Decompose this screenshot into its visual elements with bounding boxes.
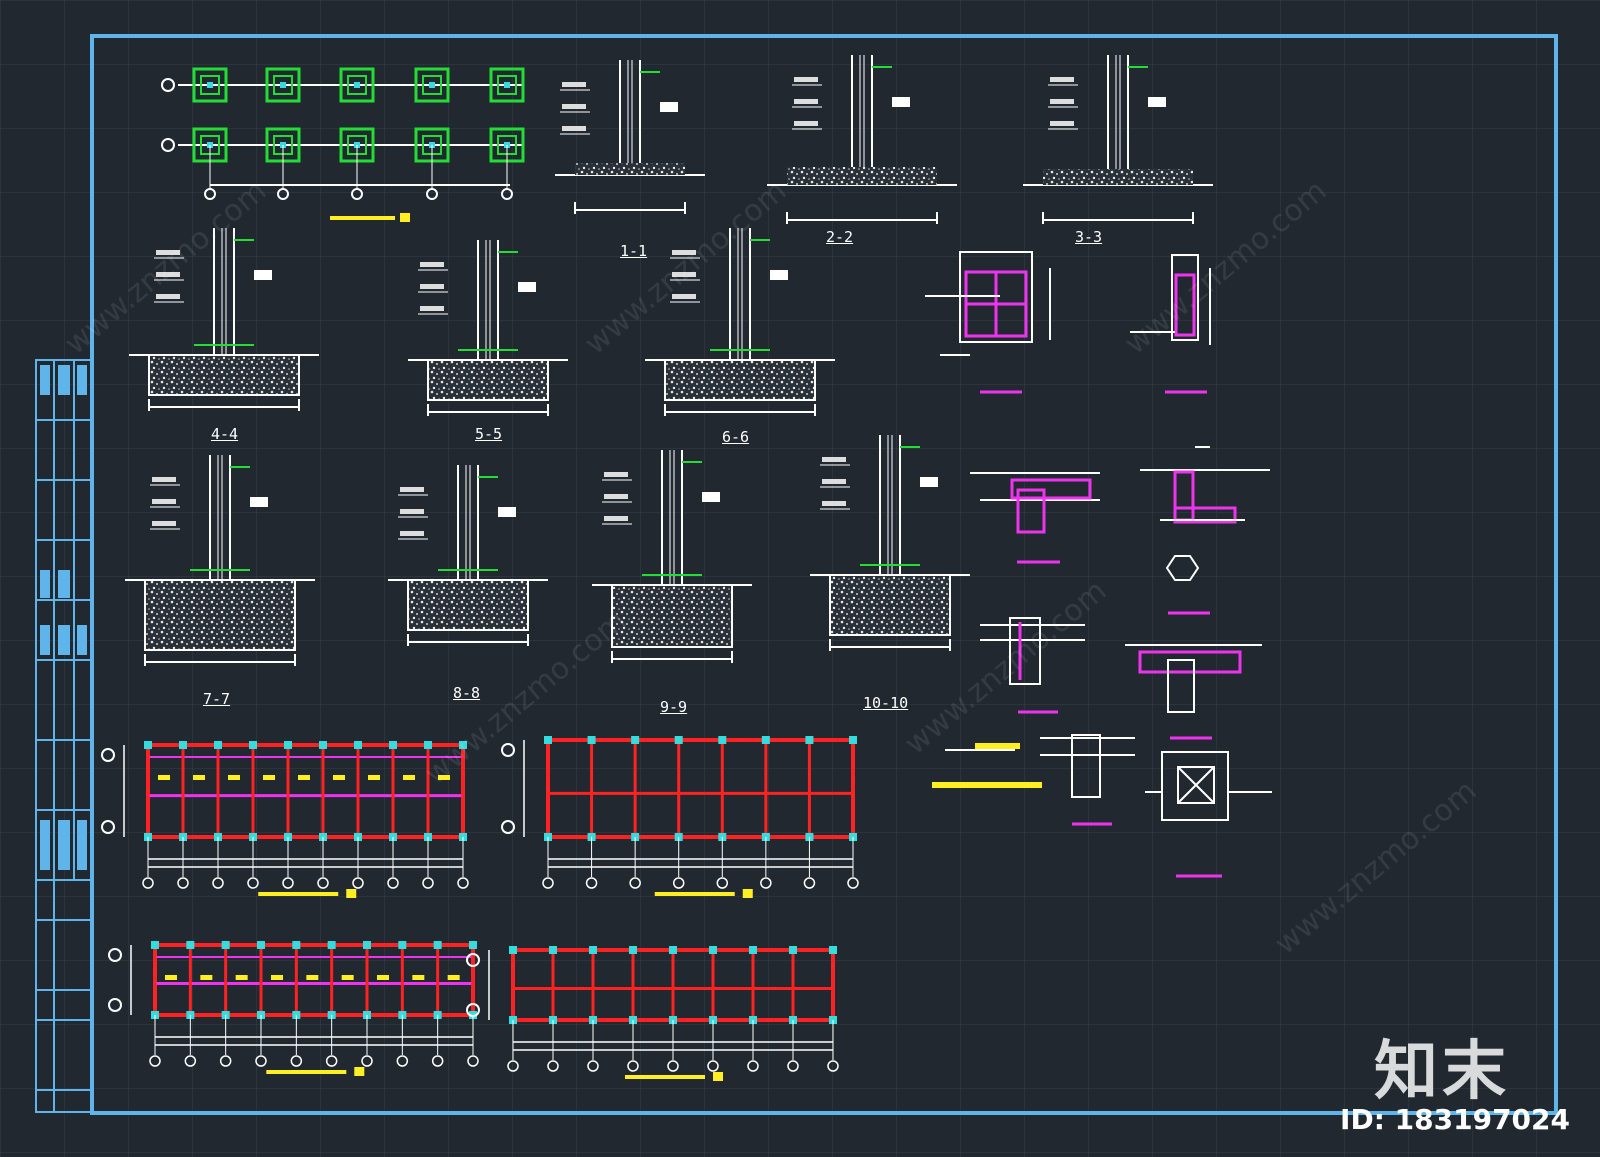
section-label-4-4: 4-4 (211, 425, 239, 443)
section-label-7-7: 7-7 (203, 690, 231, 708)
section-label-6-6: 6-6 (722, 428, 750, 446)
section-label-8-8: 8-8 (453, 684, 481, 702)
cad-drawing-canvas (0, 0, 1600, 1157)
section-label-2-2: 2-2 (826, 228, 854, 246)
brand-watermark: 知末 (1374, 1035, 1510, 1109)
section-label-5-5: 5-5 (475, 425, 503, 443)
section-label-1-1: 1-1 (620, 242, 648, 260)
image-id-label: ID: 183197024 (1340, 1103, 1570, 1136)
section-label-10-10: 10-10 (863, 694, 909, 712)
section-label-3-3: 3-3 (1075, 228, 1103, 246)
section-label-9-9: 9-9 (660, 698, 688, 716)
